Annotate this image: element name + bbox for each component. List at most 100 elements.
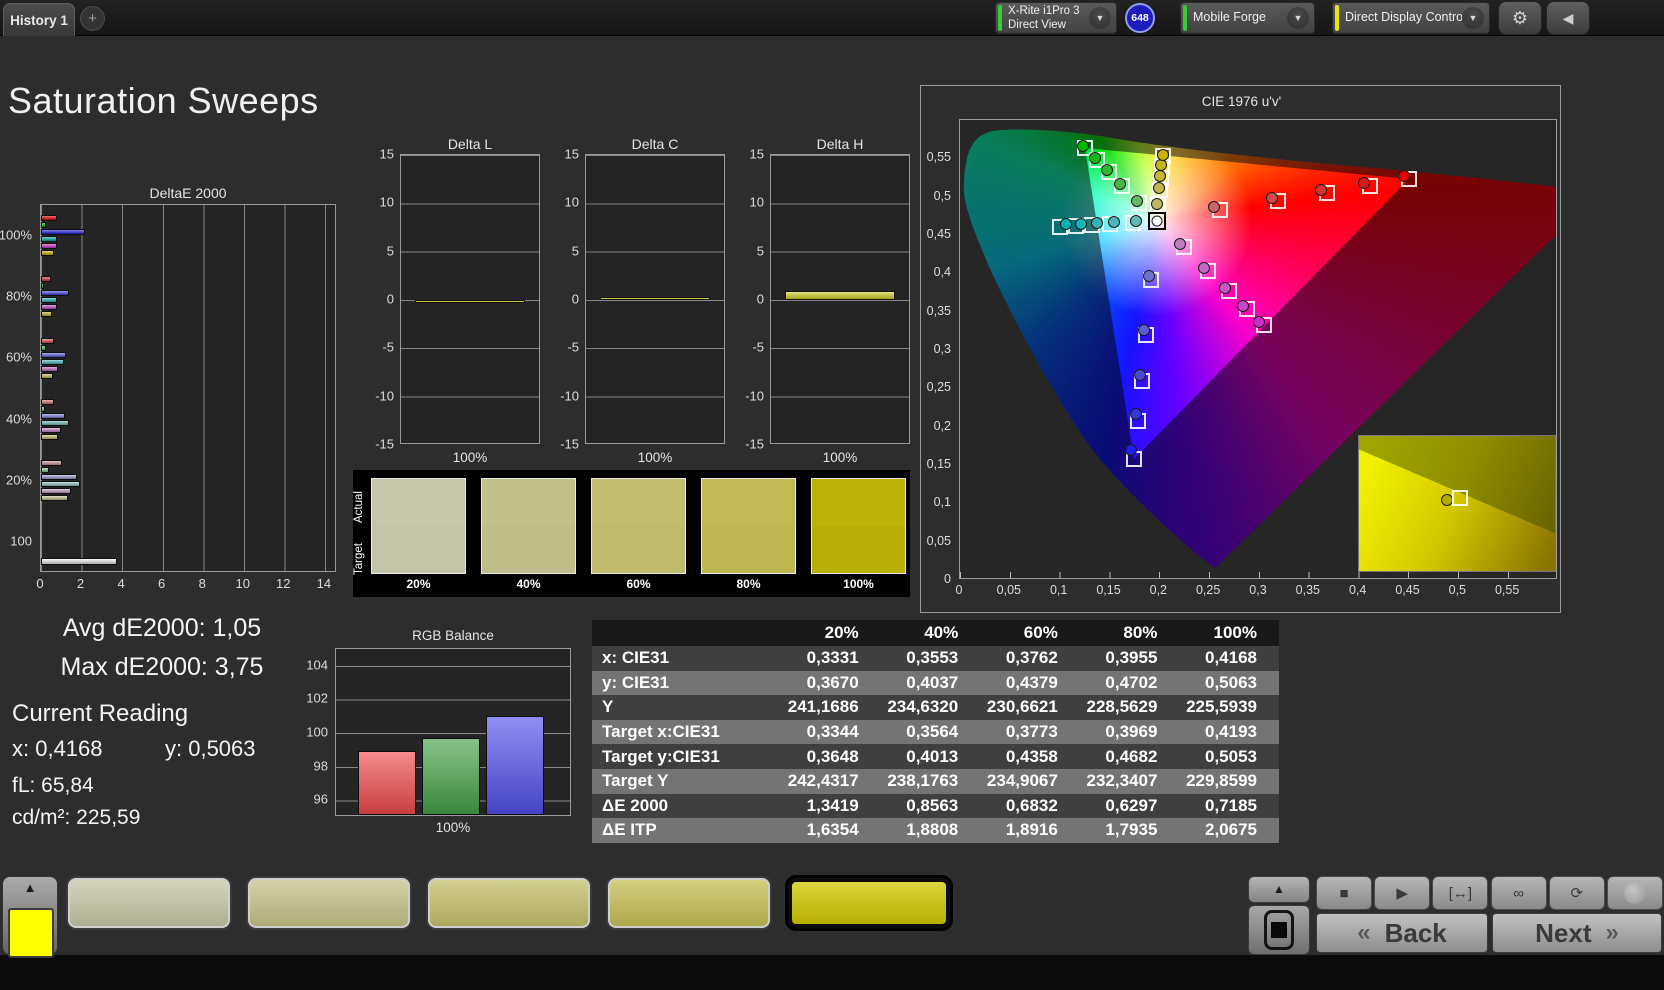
de2000-bar <box>41 297 58 304</box>
patch-swatch-label: 80% <box>736 577 761 591</box>
deltaH-y-tick: -5 <box>752 339 764 355</box>
table-cell: 0,4379 <box>980 670 1080 696</box>
cie-x-tick: 0,15 <box>1096 583 1121 597</box>
de2000-bar <box>41 557 118 565</box>
deltaC-y-tick: -5 <box>567 339 579 355</box>
deltaC-y-axis: 15 10 5 0 -5 -10 -15 <box>551 147 581 452</box>
cie-x-tick: 0,25 <box>1195 583 1221 597</box>
tab-history-1[interactable]: History 1 <box>3 3 75 36</box>
deltaC-chart <box>585 154 725 444</box>
current-patch-swatch[interactable] <box>8 908 54 958</box>
table-row-label: ΔE 2000 <box>592 793 782 819</box>
deltaL-title: Delta L <box>447 136 493 152</box>
cie-measured-point <box>1397 169 1410 182</box>
patch-strip-swatch[interactable] <box>68 878 230 928</box>
cie-measured-point <box>1059 218 1072 231</box>
window-controls: ▲ <box>1248 876 1310 955</box>
cie-measured-point <box>1088 151 1101 164</box>
table-cell: 238,1763 <box>880 768 981 794</box>
patch-swatch <box>701 478 796 574</box>
rgb-balance-x-label: 100% <box>435 820 471 835</box>
stop-button[interactable]: ■ <box>1316 876 1372 910</box>
cie-x-tick: 0,4 <box>1348 583 1367 597</box>
de2000-bar <box>41 215 58 222</box>
de2000-group-label: 100 <box>10 533 32 549</box>
chevron-down-icon[interactable]: ▼ <box>1462 7 1484 29</box>
table-cell: 0,6832 <box>980 793 1080 819</box>
de2000-bar <box>41 413 66 420</box>
deltaH-y-tick: 0 <box>756 291 764 307</box>
deltaH-y-tick: 5 <box>756 243 764 259</box>
step-button[interactable]: [↔] <box>1432 876 1489 910</box>
next-button[interactable]: Next » <box>1492 913 1662 953</box>
de2000-y-axis: 100% 80% 60% 40% 20% 100 <box>0 204 36 572</box>
record-button[interactable] <box>1607 876 1663 910</box>
table-cell: 0,7185 <box>1179 793 1279 819</box>
results-table: 20% 40% 60% 80% 100% x: CIE31 0,3331 0,3553 0,3… <box>592 620 1279 843</box>
deltaC-y-tick: 15 <box>564 146 579 162</box>
de2000-bar <box>41 290 70 297</box>
display-control-dropdown[interactable]: Direct Display Control ▼ <box>1332 2 1490 34</box>
source-dropdown[interactable]: Mobile Forge ▼ <box>1180 2 1315 34</box>
table-cell: 0,4702 <box>1079 670 1180 696</box>
test-window-button[interactable] <box>1248 905 1310 955</box>
meter-mode: Direct View <box>1008 19 1066 31</box>
play-button[interactable]: ▶ <box>1374 876 1431 910</box>
rgb-balance-bar-green <box>422 737 480 815</box>
table-row-label: Target x:CIE31 <box>592 719 782 745</box>
cie-x-tick: 0,2 <box>1149 583 1168 597</box>
patch-swatch-label: 40% <box>516 577 541 591</box>
window-expand-button[interactable]: ▲ <box>1248 876 1310 903</box>
meter-dropdown[interactable]: X-Rite i1Pro 3 Direct View ▼ <box>995 2 1117 34</box>
deltaH-chart <box>770 154 910 444</box>
table-cell: 0,5063 <box>1179 670 1279 696</box>
target-row-label: Target <box>353 543 365 576</box>
patch-strip-swatch[interactable] <box>428 878 590 928</box>
chevron-down-icon[interactable]: ▼ <box>1287 7 1309 29</box>
continuous-button[interactable]: ∞ <box>1490 876 1547 910</box>
exposure-badge[interactable]: 648 <box>1125 3 1155 33</box>
patch-strip-swatch[interactable] <box>248 878 410 928</box>
current-reading-heading: Current Reading <box>12 700 189 727</box>
rgb-y-tick: 98 <box>313 758 328 774</box>
table-cell: 1,8808 <box>880 818 981 843</box>
cie-y-tick: 0 <box>944 572 951 586</box>
deltaC-y-tick: -15 <box>560 436 579 452</box>
deltaC-y-tick: 10 <box>564 194 579 210</box>
cie-measured-point <box>1154 169 1167 182</box>
cie-x-tick: 0,1 <box>1049 583 1068 597</box>
back-button-label: Back <box>1384 917 1447 948</box>
patch-strip-swatch[interactable] <box>788 878 950 928</box>
de2000-bar <box>41 372 54 379</box>
deltaH-title: Delta H <box>816 136 864 152</box>
deltaH-y-tick: 10 <box>749 194 764 210</box>
deltaL-y-tick: -5 <box>382 339 394 355</box>
rgb-balance-chart <box>335 648 571 816</box>
cie-y-tick: 0,45 <box>926 227 951 241</box>
rgb-y-tick: 100 <box>306 724 328 740</box>
settings-button[interactable]: ⚙ <box>1498 1 1542 35</box>
collapse-panel-button[interactable]: ◀ <box>1546 1 1590 35</box>
refresh-button[interactable]: ⟳ <box>1548 876 1605 910</box>
chevrons-left-icon: « <box>1357 919 1371 946</box>
chevron-down-icon[interactable]: ▼ <box>1089 7 1111 29</box>
cie-y-tick: 0,3 <box>933 342 951 356</box>
cie-axis-ticks <box>960 572 1556 578</box>
patch-strip-swatch[interactable] <box>608 878 770 928</box>
back-button[interactable]: « Back <box>1316 913 1488 953</box>
cie-y-axis: 0,55 0,5 0,45 0,4 0,35 0,3 0,25 0,2 0,15 0,1 0,05 0 <box>921 119 955 586</box>
bottom-black-strip <box>0 955 1664 990</box>
deltaL-y-tick: 0 <box>386 291 394 307</box>
table-cell: 0,3955 <box>1079 646 1180 671</box>
add-tab-button[interactable]: + <box>80 6 105 31</box>
table-cell: 0,4013 <box>880 744 981 769</box>
cie-y-tick: 0,05 <box>926 533 951 548</box>
de2000-bar <box>41 365 59 372</box>
table-row-label: Target Y <box>592 768 782 794</box>
cie-white-point-marker <box>1148 212 1167 231</box>
cie-measured-point <box>1253 316 1265 329</box>
de2000-bar-group <box>41 512 335 571</box>
de2000-bar <box>41 481 80 488</box>
de2000-x-tick: 0 <box>36 576 44 591</box>
patch-swatch-label: 100% <box>843 577 874 591</box>
